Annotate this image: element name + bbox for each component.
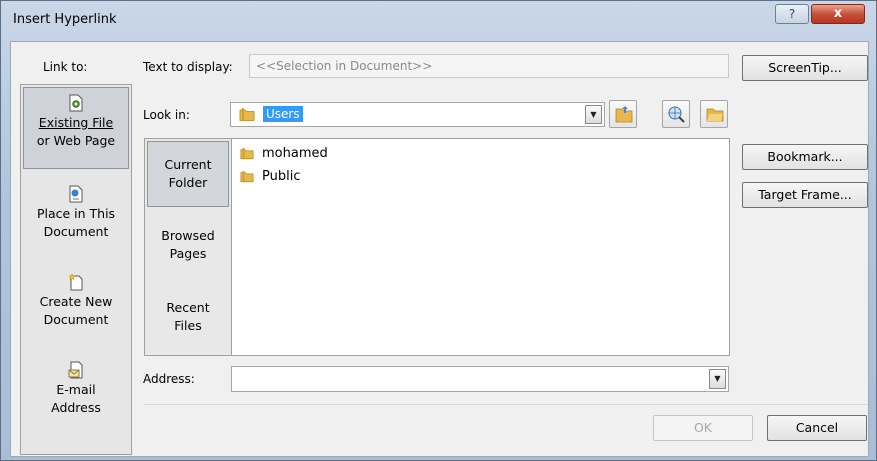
browse-file-button[interactable] [700, 100, 728, 128]
link-to-create-new-document[interactable]: Create New Document [23, 273, 129, 343]
current-folder-line2: Folder [168, 175, 208, 190]
link-to-existing-file[interactable]: Existing File or Web Page [23, 87, 129, 169]
place-browsed-pages[interactable]: Browsed Pages [147, 227, 229, 267]
place-in-document-line1: Place in This [36, 206, 116, 221]
browsed-pages-line2: Pages [169, 246, 207, 261]
address-dropdown-arrow[interactable]: ▼ [709, 369, 726, 389]
email-address-line1: E-mail [56, 382, 96, 397]
recent-files-line1: Recent [166, 300, 210, 315]
link-to-place-in-document[interactable]: Place in This Document [23, 185, 129, 255]
dialog-body: Link to: Existing File or Web Page Place… [10, 41, 869, 457]
help-button[interactable]: ? [775, 4, 809, 24]
existing-file-icon [69, 94, 83, 112]
link-to-email-address[interactable]: E-mail Address [23, 361, 129, 431]
browsed-pages-line1: Browsed [161, 228, 215, 243]
browse-web-button[interactable] [662, 100, 690, 128]
places-bar: Current Folder Browsed Pages Recent File… [144, 138, 232, 356]
target-frame-button[interactable]: Target Frame... [742, 182, 868, 208]
file-name: mohamed [262, 146, 328, 161]
bookmark-button[interactable]: Bookmark... [742, 144, 868, 170]
insert-hyperlink-dialog: Insert Hyperlink ? x Link to: Existing F… [0, 0, 877, 461]
look-in-value: Users [263, 106, 303, 122]
document-place-icon [69, 185, 83, 203]
file-list[interactable]: mohamed Public [231, 138, 730, 356]
look-in-label: Look in: [143, 108, 190, 122]
separator [144, 404, 868, 405]
address-input[interactable]: ▼ [231, 366, 729, 392]
link-to-label: Link to: [43, 60, 88, 74]
list-item[interactable]: Public [240, 168, 300, 186]
title-bar[interactable]: Insert Hyperlink ? x [1, 1, 876, 35]
up-folder-icon [615, 106, 633, 123]
current-folder-line1: Current [164, 157, 212, 172]
look-in-combobox[interactable]: Users ▼ [230, 102, 605, 127]
existing-file-line1: Existing File [38, 115, 114, 130]
file-name: Public [262, 169, 301, 184]
folder-icon [239, 108, 255, 121]
place-in-document-line2: Document [43, 224, 109, 239]
recent-files-line2: Files [174, 318, 202, 333]
folder-icon [240, 170, 254, 183]
close-button[interactable]: x [811, 4, 865, 24]
email-icon [68, 361, 83, 379]
folder-icon [240, 147, 254, 160]
open-folder-icon [706, 108, 724, 122]
ok-button[interactable]: OK [653, 415, 753, 441]
cancel-button[interactable]: Cancel [767, 415, 867, 441]
browse-web-icon [668, 106, 685, 123]
screentip-button[interactable]: ScreenTip... [742, 55, 868, 81]
new-document-icon [68, 273, 83, 291]
look-in-dropdown-arrow[interactable]: ▼ [585, 105, 602, 124]
create-new-document-line1: Create New [39, 294, 113, 309]
create-new-document-line2: Document [43, 312, 109, 327]
text-to-display-label: Text to display: [143, 60, 233, 74]
place-current-folder[interactable]: Current Folder [147, 141, 229, 207]
link-to-panel: Existing File or Web Page Place in This … [20, 84, 132, 455]
email-address-line2: Address [51, 400, 101, 415]
place-recent-files[interactable]: Recent Files [147, 299, 229, 339]
existing-file-line2: or Web Page [36, 133, 116, 148]
text-to-display-field[interactable]: <<Selection in Document>> [249, 54, 729, 78]
up-one-folder-button[interactable] [609, 100, 637, 128]
dialog-title: Insert Hyperlink [13, 12, 117, 27]
address-label: Address: [143, 372, 195, 386]
list-item[interactable]: mohamed [240, 145, 328, 163]
